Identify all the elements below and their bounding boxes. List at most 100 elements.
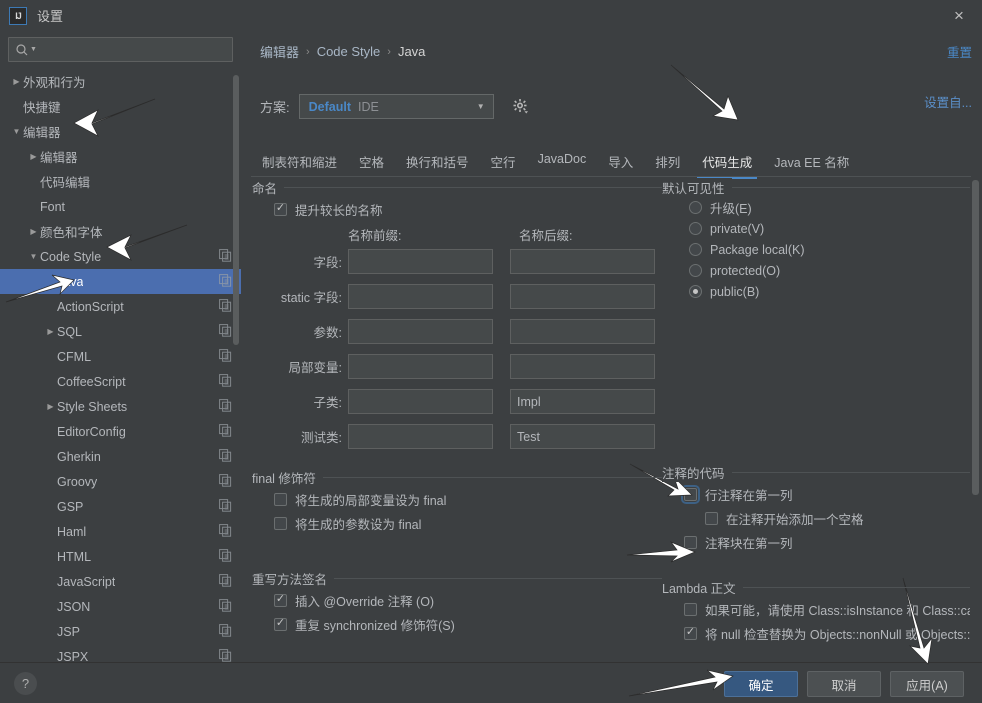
copy-scheme-icon[interactable] bbox=[219, 448, 232, 465]
copy-scheme-icon[interactable] bbox=[219, 373, 232, 390]
naming-suffix-input[interactable] bbox=[510, 389, 655, 414]
chevron-down-icon[interactable]: ▼ bbox=[10, 125, 23, 138]
visibility-option-row[interactable]: private(V) bbox=[662, 218, 970, 239]
tab-JavaDoc[interactable]: JavaDoc bbox=[527, 149, 598, 174]
sidebar-item--[interactable]: 代码编辑 bbox=[0, 169, 241, 194]
sidebar-item--[interactable]: ▼ 编辑器 bbox=[0, 119, 241, 144]
visibility-option-row[interactable]: Package local(K) bbox=[662, 239, 970, 260]
sidebar-item-editorconfig[interactable]: EditorConfig bbox=[0, 419, 241, 444]
lambda-body-checkbox[interactable] bbox=[684, 626, 697, 640]
tab-Java EE 名称[interactable]: Java EE 名称 bbox=[763, 149, 860, 179]
ok-button[interactable]: 确定 bbox=[724, 671, 798, 697]
commented-code-checkbox[interactable] bbox=[684, 535, 697, 549]
sidebar-item-coffeescript[interactable]: CoffeeScript bbox=[0, 369, 241, 394]
naming-suffix-input[interactable] bbox=[510, 354, 655, 379]
copy-scheme-icon[interactable] bbox=[219, 498, 232, 515]
final-modifier-checkbox[interactable] bbox=[274, 516, 287, 530]
sidebar-item-gsp[interactable]: GSP bbox=[0, 494, 241, 519]
help-button[interactable]: ? bbox=[14, 672, 37, 695]
copy-scheme-icon[interactable] bbox=[219, 573, 232, 590]
copy-scheme-icon[interactable] bbox=[219, 323, 232, 340]
gear-icon[interactable] bbox=[512, 98, 529, 115]
chevron-right-icon[interactable]: ▶ bbox=[10, 75, 23, 88]
copy-scheme-icon[interactable] bbox=[219, 423, 232, 440]
chevron-down-icon[interactable]: ▼ bbox=[477, 102, 485, 111]
override-signature-row[interactable]: 重复 synchronized 修饰符(S) bbox=[252, 612, 662, 636]
chevron-right-icon[interactable]: ▶ bbox=[27, 150, 40, 163]
sidebar-item--[interactable]: ▶ 编辑器 bbox=[0, 144, 241, 169]
naming-prefix-input[interactable] bbox=[348, 284, 493, 309]
sidebar-item-font[interactable]: Font bbox=[0, 194, 241, 219]
breadcrumb-item-editor[interactable]: 编辑器 bbox=[260, 42, 299, 61]
visibility-radio[interactable] bbox=[689, 285, 702, 298]
sidebar-item-java[interactable]: Java bbox=[0, 269, 241, 294]
lambda-body-row[interactable]: 将 null 检查替换为 Objects::nonNull 或 Objects:… bbox=[662, 621, 970, 645]
copy-scheme-icon[interactable] bbox=[219, 273, 232, 290]
sidebar-scrollbar[interactable] bbox=[233, 75, 239, 345]
sidebar-item-groovy[interactable]: Groovy bbox=[0, 469, 241, 494]
chevron-right-icon[interactable]: ▶ bbox=[44, 400, 57, 413]
sidebar-item--[interactable]: 快捷键 bbox=[0, 94, 241, 119]
reset-link[interactable]: 重置 bbox=[947, 42, 972, 61]
visibility-radio[interactable] bbox=[689, 201, 702, 214]
sidebar-item-haml[interactable]: Haml bbox=[0, 519, 241, 544]
settings-tree[interactable]: ▶ 外观和行为 快捷键 ▼ 编辑器 ▶ 编辑器 代码编辑 Font ▶ 颜色和字体 ▼ Code Sty… bbox=[0, 69, 241, 662]
naming-prefix-input[interactable] bbox=[348, 354, 493, 379]
sidebar-item-style-sheets[interactable]: ▶ Style Sheets bbox=[0, 394, 241, 419]
final-modifier-row[interactable]: 将生成的参数设为 final bbox=[252, 511, 662, 535]
sidebar-item-sql[interactable]: ▶ SQL bbox=[0, 319, 241, 344]
copy-scheme-icon[interactable] bbox=[219, 523, 232, 540]
override-signature-checkbox[interactable] bbox=[274, 593, 287, 607]
search-input[interactable] bbox=[40, 41, 226, 58]
lambda-body-row[interactable]: 如果可能，请使用 Class::isInstance 和 Class::cast bbox=[662, 597, 970, 621]
tab-导入[interactable]: 导入 bbox=[597, 149, 644, 179]
visibility-option-row[interactable]: 升级(E) bbox=[662, 197, 970, 218]
copy-scheme-icon[interactable] bbox=[219, 398, 232, 415]
chevron-right-icon[interactable]: ▶ bbox=[27, 225, 40, 238]
sidebar-item--[interactable]: ▶ 颜色和字体 bbox=[0, 219, 241, 244]
sidebar-item-jspx[interactable]: JSPX bbox=[0, 644, 241, 662]
breadcrumb-item-code-style[interactable]: Code Style bbox=[317, 44, 381, 59]
settings-tabs[interactable]: 制表符和缩进 空格 换行和括号 空行 JavaDoc 导入 排列 代码生成 Java EE 名称 bbox=[251, 149, 982, 179]
visibility-radio[interactable] bbox=[689, 264, 702, 277]
breadcrumb-item-java[interactable]: Java bbox=[398, 44, 425, 59]
sidebar-item-cfml[interactable]: CFML bbox=[0, 344, 241, 369]
scheme-combobox[interactable]: Default IDE ▼ bbox=[298, 94, 494, 119]
search-box[interactable]: ▼ bbox=[8, 37, 233, 62]
configure-link[interactable]: 设置自... bbox=[924, 92, 972, 111]
copy-scheme-icon[interactable] bbox=[219, 623, 232, 640]
sidebar-item-gherkin[interactable]: Gherkin bbox=[0, 444, 241, 469]
tab-换行和括号[interactable]: 换行和括号 bbox=[395, 149, 480, 179]
sidebar-item-jsp[interactable]: JSP bbox=[0, 619, 241, 644]
naming-prefix-input[interactable] bbox=[348, 249, 493, 274]
chevron-right-icon[interactable]: ▶ bbox=[44, 325, 57, 338]
naming-suffix-input[interactable] bbox=[510, 284, 655, 309]
copy-scheme-icon[interactable] bbox=[219, 548, 232, 565]
copy-scheme-icon[interactable] bbox=[219, 598, 232, 615]
commented-code-row[interactable]: 注释块在第一列 bbox=[662, 530, 970, 554]
prefer-longer-names-row[interactable]: 提升较长的名称 bbox=[252, 197, 662, 221]
override-signature-checkbox[interactable] bbox=[274, 617, 287, 631]
cancel-button[interactable]: 取消 bbox=[807, 671, 881, 697]
tab-排列[interactable]: 排列 bbox=[644, 149, 691, 179]
naming-suffix-input[interactable] bbox=[510, 424, 655, 449]
visibility-radio[interactable] bbox=[689, 243, 702, 256]
prefer-longer-names-checkbox[interactable] bbox=[274, 202, 287, 216]
content-scrollbar[interactable] bbox=[972, 180, 979, 495]
naming-prefix-input[interactable] bbox=[348, 424, 493, 449]
sidebar-item-actionscript[interactable]: ActionScript bbox=[0, 294, 241, 319]
sidebar-item-code-style[interactable]: ▼ Code Style bbox=[0, 244, 241, 269]
copy-scheme-icon[interactable] bbox=[219, 248, 232, 265]
copy-scheme-icon[interactable] bbox=[219, 473, 232, 490]
visibility-option-row[interactable]: public(B) bbox=[662, 281, 970, 302]
commented-code-row[interactable]: 行注释在第一列 bbox=[662, 482, 970, 506]
sidebar-item-javascript[interactable]: JavaScript bbox=[0, 569, 241, 594]
close-icon[interactable]: × bbox=[936, 0, 982, 31]
commented-code-row[interactable]: 在注释开始添加一个空格 bbox=[662, 506, 970, 530]
copy-scheme-icon[interactable] bbox=[219, 298, 232, 315]
sidebar-item-html[interactable]: HTML bbox=[0, 544, 241, 569]
commented-code-checkbox[interactable] bbox=[705, 511, 718, 525]
naming-prefix-input[interactable] bbox=[348, 389, 493, 414]
copy-scheme-icon[interactable] bbox=[219, 348, 232, 365]
apply-button[interactable]: 应用(A) bbox=[890, 671, 964, 697]
